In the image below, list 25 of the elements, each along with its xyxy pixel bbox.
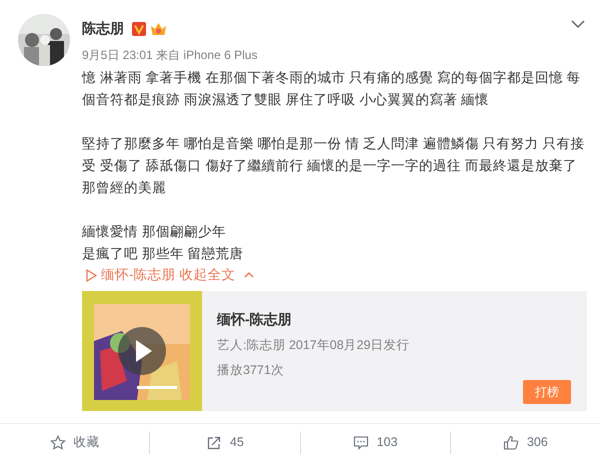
- share-icon: [206, 434, 222, 451]
- post-text: 是瘋了吧 那些年 留戀荒唐: [82, 245, 245, 263]
- comment-icon: [352, 434, 369, 451]
- source-label: 来自: [156, 48, 180, 62]
- action-button[interactable]: 103: [300, 432, 450, 454]
- collapse-link[interactable]: 收起全文: [180, 265, 236, 286]
- action-button[interactable]: 收藏: [0, 432, 150, 454]
- post-text: 緬懷愛情 那個翩翩少年: [82, 223, 227, 241]
- play-button[interactable]: [118, 327, 166, 376]
- user-name[interactable]: 陈志朋: [82, 18, 124, 39]
- play-count: 播放3771次: [217, 362, 285, 379]
- post-time[interactable]: 9月5日 23:01: [82, 48, 153, 62]
- music-link[interactable]: 缅怀-陈志朋: [101, 265, 176, 286]
- star-icon: [50, 434, 66, 451]
- post-text: 堅持了那麼多年 哪怕是音樂 哪怕是那一份 情 乏人問津 遍體鱗傷 只有努力 只有接受 受傷了 舔舐傷口 傷好了繼續前行 緬懷的是一字一字的過往 而最終還是放棄了那曾經的美麗: [82, 135, 585, 197]
- source-device: iPhone 6 Plus: [183, 48, 258, 62]
- chevron-down-icon[interactable]: [571, 20, 585, 29]
- chevron-up-icon[interactable]: [244, 272, 254, 278]
- play-icon: [86, 268, 97, 282]
- action-button[interactable]: 306: [450, 432, 600, 454]
- action-button[interactable]: 45: [150, 432, 300, 454]
- post-text: 憶 淋著雨 拿著手機 在那個下著冬雨的城市 只有痛的感覺 寫的每個字都是回憶 每個音符都是痕跡 雨淚濕透了雙眼 屏住了呼吸 小心翼翼的寫著 緬懷: [82, 69, 582, 109]
- artist-info: 艺人:陈志朋 2017年08月29日发行: [217, 337, 411, 354]
- thumbs-up-icon: [502, 434, 519, 451]
- song-title[interactable]: 缅怀-陈志朋: [217, 309, 571, 330]
